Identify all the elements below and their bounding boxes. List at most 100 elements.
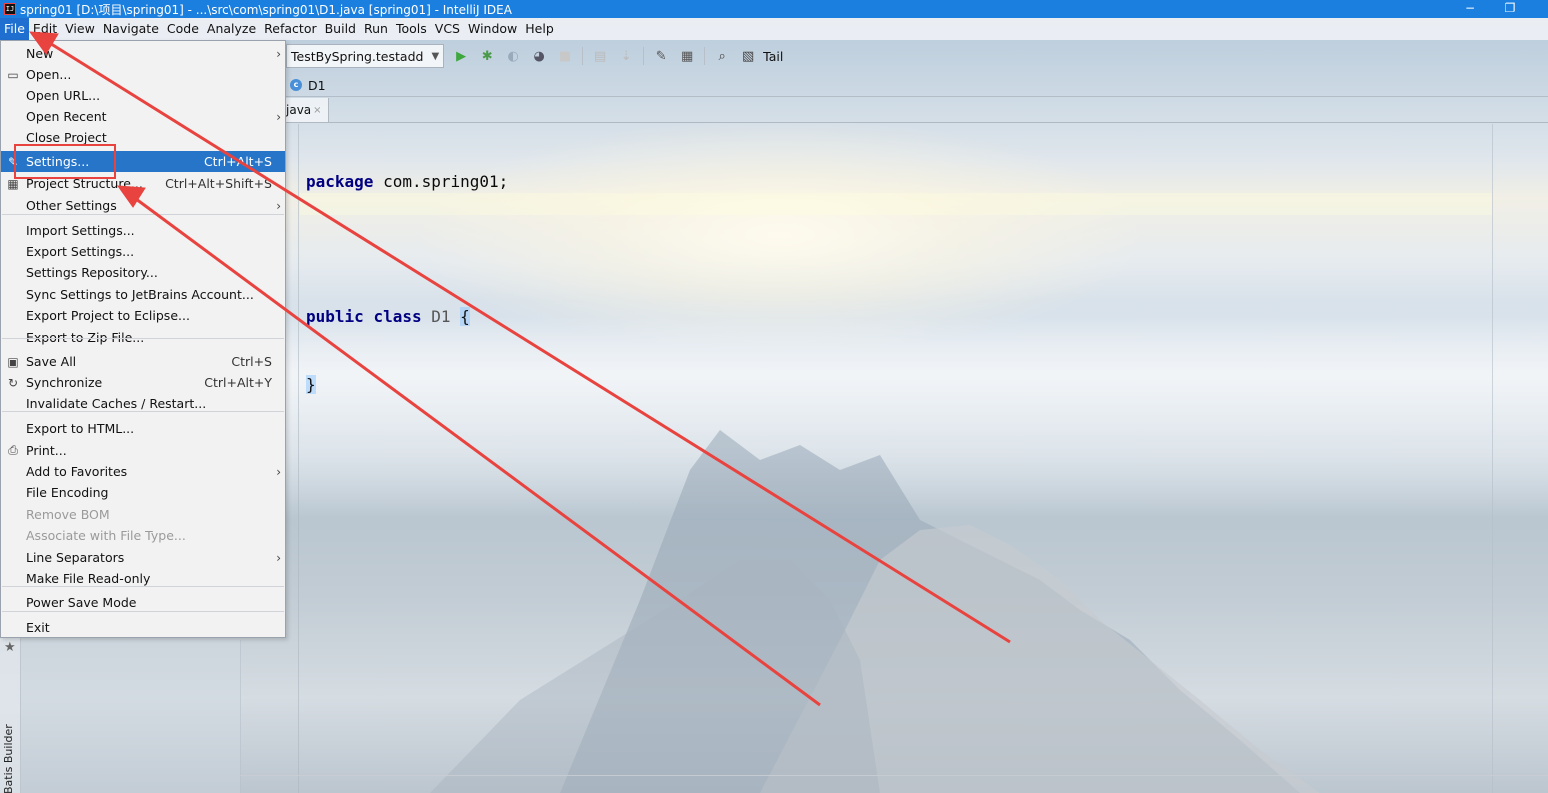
chevron-right-icon: › (276, 109, 281, 124)
close-icon[interactable]: × (313, 105, 321, 116)
run-with-coverage-icon[interactable]: ◐ (504, 47, 522, 65)
package-name: com.spring01; (373, 172, 509, 191)
debug-icon[interactable]: ✱ (478, 47, 496, 65)
file-menu-item-import-settings[interactable]: Import Settings... (1, 220, 285, 241)
class-name: D1 (431, 307, 451, 326)
file-menu-item-other-settings[interactable]: Other Settings › (1, 195, 285, 216)
file-menu-item-open-url[interactable]: Open URL... (1, 85, 285, 106)
menu-item-label: Synchronize (26, 375, 103, 390)
navigation-bar: c D1 (286, 74, 1548, 97)
class-icon: c (290, 79, 302, 91)
menu-navigate[interactable]: Navigate (99, 18, 163, 40)
menu-item-label: Associate with File Type... (26, 528, 186, 543)
menu-item-label: Settings Repository... (26, 265, 158, 280)
menu-view[interactable]: View (61, 18, 99, 40)
menu-item-label: Close Project (26, 130, 107, 145)
mybatis-builder-tab[interactable]: MyBatis Builder (2, 724, 15, 793)
menu-item-shortcut: Ctrl+Alt+Shift+S (165, 176, 272, 191)
menu-separator (2, 611, 284, 612)
menu-item-label: Invalidate Caches / Restart... (26, 396, 207, 411)
code-editor[interactable]: package com.spring01; public class D1 { … (306, 126, 508, 441)
profile-icon[interactable]: ◕ (530, 47, 548, 65)
file-menu-item-line-separators[interactable]: Line Separators › (1, 547, 285, 568)
menu-code[interactable]: Code (163, 18, 203, 40)
tab-d1-java[interactable]: java × (286, 98, 329, 122)
file-menu-item-associate-with-file-type: Associate with File Type... (1, 525, 285, 546)
file-menu-item-synchronize[interactable]: ↻ Synchronize Ctrl+Alt+Y (1, 372, 285, 393)
menu-item-label: Sync Settings to JetBrains Account... (26, 287, 254, 302)
menu-item-shortcut: Ctrl+Alt+S (203, 154, 272, 169)
file-menu-item-export-settings[interactable]: Export Settings... (1, 241, 285, 262)
file-menu-item-export-to-html[interactable]: Export to HTML... (1, 418, 285, 439)
chevron-right-icon: › (276, 198, 281, 213)
menu-refactor[interactable]: Refactor (260, 18, 320, 40)
file-menu-item-remove-bom: Remove BOM (1, 504, 285, 525)
main-toolbar: TestBySpring.testadd ▼ ▶ ✱ ◐ ◕ ■ ▤ ⇣ ✎ ▦… (286, 42, 1548, 70)
chevron-right-icon: › (276, 464, 281, 479)
file-menu-item-file-encoding[interactable]: File Encoding (1, 482, 285, 503)
file-menu-item-save-all[interactable]: ▣ Save All Ctrl+S (1, 351, 285, 372)
tail-icon[interactable]: ▧ (739, 47, 757, 65)
menu-separator (2, 586, 284, 587)
build-project-icon[interactable]: ▤ (591, 47, 609, 65)
close-brace: } (306, 374, 316, 394)
menu-item-label: Line Separators (26, 550, 125, 565)
file-menu-item-add-to-favorites[interactable]: Add to Favorites › (1, 461, 285, 482)
menu-item-label: Export Project to Eclipse... (26, 308, 190, 323)
file-menu-item-exit[interactable]: Exit (1, 617, 285, 638)
code-line-4: } (306, 374, 508, 397)
menu-window[interactable]: Window (464, 18, 521, 40)
menu-item-label: Export Settings... (26, 244, 135, 259)
menu-item-shortcut: Ctrl+Alt+Y (204, 375, 272, 390)
file-menu-item-print[interactable]: ⎙ Print... (1, 440, 285, 461)
file-menu-item-new[interactable]: New › (1, 43, 285, 64)
printer-icon: ⎙ (8, 443, 18, 457)
chevron-down-icon: ▼ (431, 50, 440, 62)
file-menu-item-settings-repository[interactable]: Settings Repository... (1, 262, 285, 283)
project-structure-icon[interactable]: ▦ (678, 47, 696, 65)
code-line-1: package com.spring01; (306, 171, 508, 194)
bottom-divider (240, 775, 1548, 776)
menu-analyze[interactable]: Analyze (203, 18, 260, 40)
chevron-right-icon: › (276, 46, 281, 61)
toolbar-separator (704, 47, 706, 65)
menu-separator (2, 411, 284, 412)
menu-item-shortcut: Ctrl+S (231, 354, 272, 369)
stop-icon[interactable]: ■ (556, 47, 574, 65)
restore-button[interactable]: ❐ (1490, 0, 1530, 18)
menu-item-label: Exit (26, 620, 50, 635)
menu-run[interactable]: Run (360, 18, 392, 40)
file-menu-item-sync-settings-to-jetbrains-account[interactable]: Sync Settings to JetBrains Account... (1, 284, 285, 305)
menu-tools[interactable]: Tools (392, 18, 431, 40)
keyword-public: public (306, 307, 364, 326)
menu-vcs[interactable]: VCS (431, 18, 464, 40)
annotation-highlight-box (14, 144, 116, 179)
favorites-star-icon[interactable]: ★ (4, 640, 16, 655)
update-running-app-icon[interactable]: ⇣ (617, 47, 635, 65)
background-sun-glow (420, 120, 1140, 350)
run-configuration-select[interactable]: TestBySpring.testadd ▼ (286, 44, 445, 68)
file-menu-item-open[interactable]: ▭ Open... (1, 64, 285, 85)
run-icon[interactable]: ▶ (452, 47, 470, 65)
menu-help[interactable]: Help (521, 18, 558, 40)
menu-item-label: File Encoding (26, 485, 109, 500)
file-menu-item-open-recent[interactable]: Open Recent › (1, 106, 285, 127)
file-menu-item-power-save-mode[interactable]: Power Save Mode (1, 592, 285, 613)
ide-window: IJ spring01 [D:\项目\spring01] - ...\src\c… (0, 0, 1548, 793)
file-menu-item-export-project-to-eclipse[interactable]: Export Project to Eclipse... (1, 305, 285, 326)
keyword-package: package (306, 172, 374, 191)
tail-label[interactable]: Tail (763, 49, 783, 64)
minimize-button[interactable]: − (1450, 0, 1490, 18)
intellij-app-icon: IJ (4, 3, 16, 15)
menu-build[interactable]: Build (321, 18, 360, 40)
search-icon[interactable]: ⌕ (713, 47, 731, 65)
settings-wrench-icon[interactable]: ✎ (652, 47, 670, 65)
menu-edit[interactable]: Edit (29, 18, 61, 40)
menu-file[interactable]: File (0, 18, 29, 40)
breadcrumb-d1[interactable]: D1 (308, 78, 326, 93)
run-configuration-label: TestBySpring.testadd (291, 48, 424, 64)
menu-bar: File Edit View Navigate Code Analyze Ref… (0, 18, 1548, 40)
toolbar-separator (582, 47, 584, 65)
menu-item-label: Open Recent (26, 109, 107, 124)
